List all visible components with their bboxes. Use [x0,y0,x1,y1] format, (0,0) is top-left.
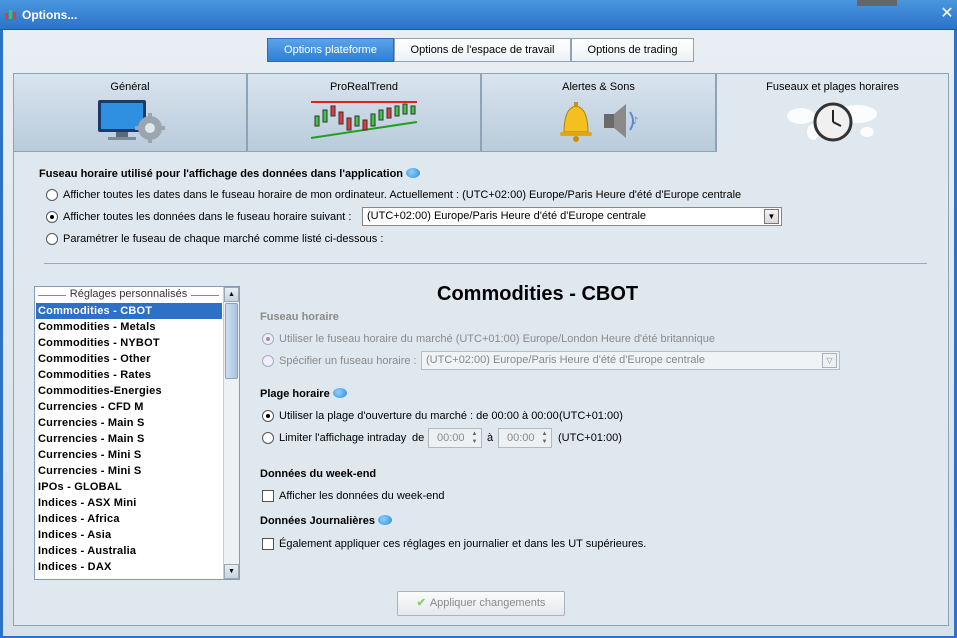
market-hours-timezone: (UTC+01:00) [559,410,623,422]
list-scrollbar[interactable]: ▲ ▼ [223,287,239,579]
tab-general[interactable]: Général [13,73,247,152]
tab-label: ProRealTrend [329,81,399,93]
radio-computer-timezone-label: Afficher toutes les dates dans le fuseau… [63,189,742,201]
limit-timezone: (UTC+01:00) [558,432,622,444]
svg-text:♪: ♪ [632,116,638,127]
list-item[interactable]: Currencies - Main S [36,431,222,447]
to-label: à [487,432,494,444]
list-item[interactable]: Commodities - Metals [36,319,222,335]
specify-timezone-select[interactable]: (UTC+02:00) Europe/Paris Heure d'été d'E… [421,351,840,370]
radio-use-market-timezone[interactable] [262,333,274,345]
market-heading: Commodities - CBOT [437,283,639,305]
list-item[interactable]: Commodities - Rates [36,367,222,383]
daily-title-text: Données Journalières [260,515,375,527]
list-item[interactable]: Indices - ASX Mini [36,495,222,511]
app-chart-icon [5,10,16,20]
fuseau-horaire-title: Fuseau horaire [260,311,339,323]
spinner-arrows-icon[interactable]: ▲ ▼ [469,430,480,446]
chevron-down-icon[interactable]: ▼ [764,209,779,224]
list-item[interactable]: Indices - Asia [36,527,222,543]
custom-settings-list[interactable]: Réglages personnalisés Commodities - CBO… [34,286,240,580]
tab-prorealtrend[interactable]: ProRealTrend [247,73,481,152]
radio-use-market-hours[interactable] [262,410,274,422]
weekend-title: Données du week-end [260,468,377,480]
radio-specify-timezone-label: Spécifier un fuseau horaire : [279,355,417,367]
list-item[interactable]: Commodities - NYBOT [36,335,222,351]
title-decoration [857,0,897,6]
radio-per-market-timezone[interactable] [46,233,58,245]
tab-label: Général [110,81,150,93]
scroll-down-icon[interactable]: ▼ [224,564,239,579]
timezone-section-title: Fuseau horaire utilisé pour l'affichage … [39,168,421,180]
list-item[interactable]: Indices - Africa [36,511,222,527]
info-icon[interactable] [332,388,347,399]
tab-alertes-sons[interactable]: Alertes & Sons ♪ [481,73,716,152]
list-item[interactable]: Commodities - Other [36,351,222,367]
plage-horaire-title: Plage horaire [260,388,347,400]
from-time-value: 00:00 [437,432,465,444]
timezone-select-value: (UTC+02:00) Europe/Paris Heure d'été d'E… [367,210,647,222]
from-label: de [412,432,425,444]
timezone-section-title-text: Fuseau horaire utilisé pour l'affichage … [39,168,404,180]
chevron-down-icon[interactable]: ▽ [822,353,837,368]
checkmark-icon: ✔ [416,597,426,609]
timezone-select[interactable]: (UTC+02:00) Europe/Paris Heure d'été d'E… [362,207,782,226]
from-time-spinner[interactable]: 00:00 ▲ ▼ [428,428,482,448]
apply-changes-label: Appliquer changements [429,597,546,609]
specify-timezone-value: (UTC+02:00) Europe/Paris Heure d'été d'E… [426,354,706,366]
tab-label: Alertes & Sons [562,81,635,93]
section-divider [44,263,927,264]
close-icon[interactable]: ✕ [939,5,955,23]
to-time-spinner[interactable]: 00:00 ▲ ▼ [498,428,552,448]
radio-use-market-hours-label: Utiliser la plage d'ouverture du marché … [279,410,559,422]
info-icon[interactable] [406,168,421,179]
segment-options-plateforme[interactable]: Options plateforme [267,38,394,62]
radio-specify-timezone[interactable] [262,355,274,367]
tab-fuseaux-plages[interactable]: Fuseaux et plages horaires [716,73,949,153]
tab-label: Fuseaux et plages horaires [766,81,899,93]
weekend-checkbox-label: Afficher les données du week-end [279,490,445,502]
plage-horaire-title-text: Plage horaire [260,388,330,400]
radio-per-market-timezone-label: Paramétrer le fuseau de chaque marché co… [63,233,384,245]
apply-changes-button[interactable]: ✔ Appliquer changements [397,591,565,616]
segment-options-trading[interactable]: Options de trading [571,38,694,62]
radio-computer-timezone[interactable] [46,189,58,201]
list-item[interactable]: Currencies - Mini S [36,463,222,479]
to-time-value: 00:00 [507,432,535,444]
trend-chart-icon [310,101,418,139]
radio-limit-intraday[interactable] [262,432,274,444]
monitor-gear-icon [98,100,165,143]
list-header: Réglages personnalisés [35,288,222,300]
daily-checkbox[interactable] [262,538,274,550]
scroll-thumb[interactable] [225,303,238,379]
daily-title: Données Journalières [260,515,392,527]
radio-following-timezone-label: Afficher toutes les données dans le fuse… [63,211,352,223]
list-item[interactable]: IPOs - GLOBAL [36,479,222,495]
daily-checkbox-label: Également appliquer ces réglages en jour… [279,538,647,550]
radio-following-timezone[interactable] [46,211,58,223]
window-title: Options... [22,8,78,22]
radio-use-market-timezone-label: Utiliser le fuseau horaire du marché (UT… [279,333,715,345]
list-item[interactable]: Commodities-Energies [36,383,222,399]
info-icon[interactable] [377,515,392,526]
spinner-arrows-icon[interactable]: ▲ ▼ [539,430,550,446]
segment-options-espace-travail[interactable]: Options de l'espace de travail [394,38,571,62]
weekend-checkbox[interactable] [262,490,274,502]
list-item[interactable]: Commodities - CBOT [36,303,222,319]
title-bar: Options... ✕ [0,0,957,30]
list-item[interactable]: Currencies - Mini S [36,447,222,463]
list-item[interactable]: Indices - Australia [36,543,222,559]
clock-world-icon [786,102,877,142]
scroll-up-icon[interactable]: ▲ [224,287,239,302]
bell-speaker-icon: ♪ [559,102,638,142]
list-item[interactable]: Indices - DAX [36,559,222,575]
list-item[interactable]: Currencies - CFD M [36,399,222,415]
list-item[interactable]: Currencies - Main S [36,415,222,431]
radio-limit-intraday-label: Limiter l'affichage intraday [279,432,407,444]
